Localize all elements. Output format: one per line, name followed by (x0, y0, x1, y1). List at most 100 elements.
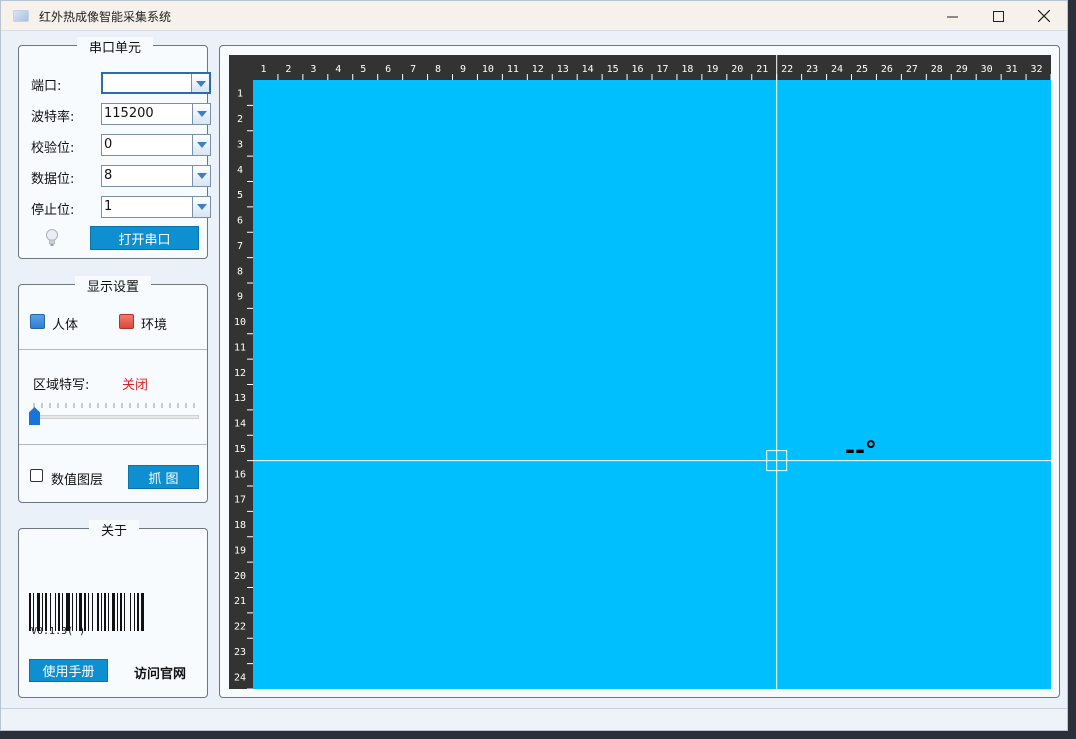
chevron-down-icon[interactable] (192, 104, 210, 124)
divider (19, 444, 207, 445)
baud-label: 波特率: (31, 110, 75, 125)
row-label: 9 (237, 292, 243, 303)
port-select[interactable] (101, 72, 211, 94)
maximize-icon (992, 10, 1004, 22)
data-layer-label: 数值图层 (51, 473, 104, 488)
title-bar: 红外热成像智能采集系统 (1, 1, 1067, 31)
row-label: 17 (234, 495, 246, 506)
row-label: 12 (234, 368, 246, 379)
maximize-button[interactable] (975, 1, 1021, 31)
row-label: 5 (237, 190, 243, 201)
chevron-down-icon[interactable] (192, 166, 210, 186)
column-label: 10 (482, 64, 494, 75)
column-label: 11 (507, 64, 519, 75)
zoom-slider-thumb[interactable] (29, 407, 40, 425)
thermal-heatmap[interactable]: 1 2 3 4 5 6 7 8 9 10 11 12 13 14 15 16 17 18 19 20 21 22 23 24 2… (229, 55, 1051, 689)
barcode-bar (88, 593, 89, 631)
minimize-button[interactable] (929, 1, 975, 31)
column-label: 7 (410, 64, 416, 75)
barcode-bar (97, 593, 99, 631)
row-label: 6 (237, 216, 243, 227)
zoom-label: 区域特写: (33, 378, 90, 393)
barcode-bar (112, 593, 115, 631)
column-label: 2 (285, 64, 291, 75)
display-panel-title: 显示设置 (75, 276, 152, 295)
column-label: 20 (731, 64, 743, 75)
column-label: 3 (310, 64, 316, 75)
barcode-bar (134, 593, 135, 631)
column-label: 12 (532, 64, 544, 75)
databits-select[interactable]: 8 (101, 165, 211, 187)
column-label: 31 (1006, 64, 1018, 75)
databits-label: 数据位: (31, 172, 75, 187)
row-label: 10 (234, 317, 246, 328)
heatmap-panel: 1 2 3 4 5 6 7 8 9 10 11 12 13 14 15 16 17 18 19 20 21 22 23 24 2… (219, 45, 1060, 698)
minimize-icon (946, 16, 958, 17)
barcode-image: V0.1.3( ) (29, 593, 144, 637)
row-label: 4 (237, 165, 243, 176)
chevron-down-icon[interactable] (192, 135, 210, 155)
row-label: 1 (237, 89, 243, 100)
divider (19, 349, 207, 350)
status-bar (1, 708, 1067, 730)
column-label: 32 (1031, 64, 1043, 75)
column-label: 16 (632, 64, 644, 75)
column-label: 27 (906, 64, 918, 75)
stopbits-select[interactable]: 1 (101, 196, 211, 218)
row-label: 18 (234, 520, 246, 531)
display-panel: 显示设置 人体 环境 区域特写: 关闭 数值图层 抓 图 (18, 276, 208, 503)
row-label: 13 (234, 393, 246, 404)
barcode-bar (137, 593, 139, 631)
about-panel-title: 关于 (89, 520, 140, 539)
row-label: 2 (237, 114, 243, 125)
parity-label: 校验位: (31, 141, 75, 156)
row-label: 21 (234, 596, 246, 607)
website-link[interactable]: 访问官网 (134, 663, 186, 682)
baud-select[interactable]: 115200 (101, 103, 211, 125)
data-layer-checkbox[interactable] (30, 469, 43, 482)
heatmap-field[interactable] (253, 80, 1051, 689)
window-title: 红外热成像智能采集系统 (39, 10, 172, 24)
column-label: 23 (806, 64, 818, 75)
column-label: 5 (360, 64, 366, 75)
parity-value: 0 (104, 137, 113, 152)
parity-row: 校验位: 0 (31, 134, 211, 156)
column-label: 22 (781, 64, 793, 75)
databits-value: 8 (104, 168, 113, 183)
manual-button[interactable]: 使用手册 (29, 659, 108, 682)
port-row: 端口: (31, 72, 211, 94)
column-label: 14 (582, 64, 594, 75)
zoom-slider-track[interactable] (29, 415, 199, 419)
capture-button[interactable]: 抓 图 (128, 465, 199, 489)
open-port-button[interactable]: 打开串口 (90, 226, 199, 250)
barcode-bar (104, 593, 106, 631)
row-label: 22 (234, 622, 246, 633)
barcode-bar (108, 593, 109, 631)
slider-ticks (33, 403, 195, 408)
close-button[interactable] (1021, 1, 1067, 31)
row-label: 8 (237, 266, 243, 277)
chevron-down-icon[interactable] (191, 74, 209, 92)
app-window: 红外热成像智能采集系统 串口单元 端口: 波特率: 115200 校验位: 0 … (0, 0, 1068, 731)
row-label: 14 (234, 419, 246, 430)
row-label: 11 (234, 342, 246, 353)
barcode-bar (117, 593, 118, 631)
column-label: 21 (756, 64, 768, 75)
parity-select[interactable]: 0 (101, 134, 211, 156)
baud-value: 115200 (104, 106, 154, 121)
column-label: 13 (557, 64, 569, 75)
row-label: 19 (234, 545, 246, 556)
row-label: 15 (234, 444, 246, 455)
column-label: 25 (856, 64, 868, 75)
baud-row: 波特率: 115200 (31, 103, 211, 125)
chevron-down-icon[interactable] (192, 197, 210, 217)
human-label: 人体 (52, 318, 79, 333)
barcode-bar (124, 593, 125, 631)
app-icon (13, 10, 29, 22)
stopbits-value: 1 (104, 199, 113, 214)
column-label: 17 (656, 64, 668, 75)
serial-panel: 串口单元 端口: 波特率: 115200 校验位: 0 数据位: 8 停止位: … (18, 37, 211, 259)
column-label: 1 (260, 64, 266, 75)
barcode-bar (120, 593, 122, 631)
column-label: 4 (335, 64, 341, 75)
